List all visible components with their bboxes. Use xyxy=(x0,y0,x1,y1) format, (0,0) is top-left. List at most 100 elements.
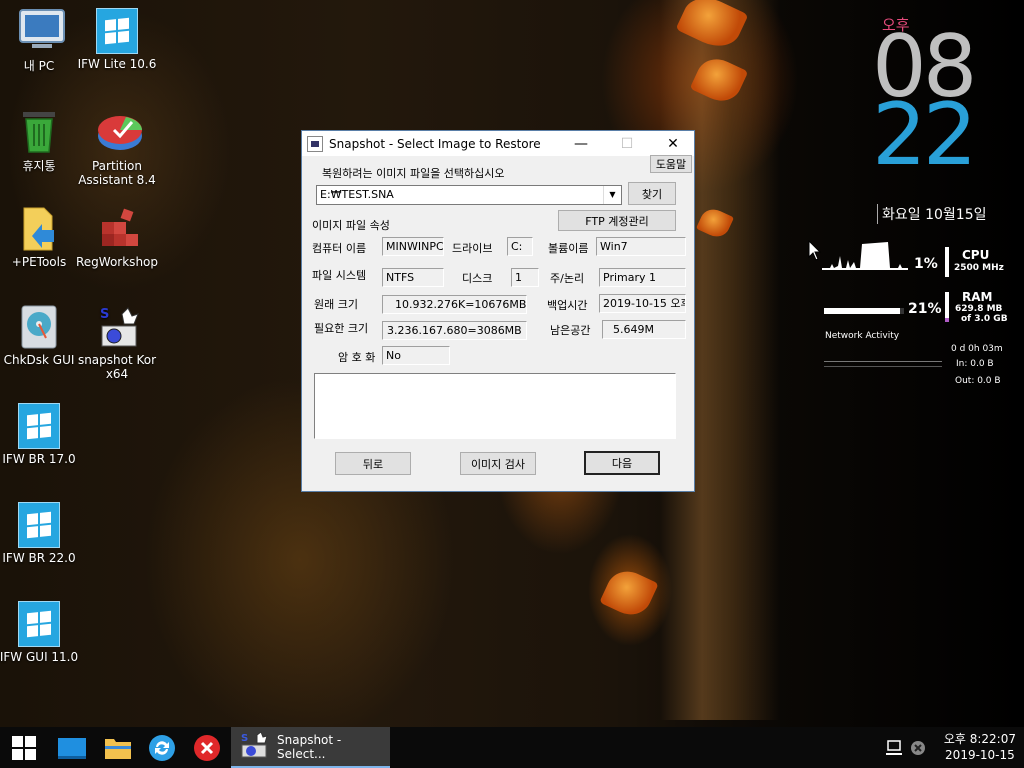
computer-name-label: 컴퓨터 이름 xyxy=(312,242,367,255)
desktop-icon-my-pc[interactable]: 내 PC xyxy=(0,8,80,74)
attributes-header: 이미지 파일 속성 xyxy=(312,219,390,232)
tray-status-icon[interactable] xyxy=(898,727,938,768)
encryption-label: 암 호 화 xyxy=(338,351,376,364)
disk-label: 디스크 xyxy=(462,272,493,285)
browse-button[interactable]: 찾기 xyxy=(628,182,676,205)
network-graph-line xyxy=(824,366,942,367)
ram-total: of 3.0 GB xyxy=(961,314,1008,324)
desktop-icon-ifw-br-17[interactable]: IFW BR 17.0 xyxy=(0,403,80,466)
svg-text:S: S xyxy=(241,733,248,744)
desktop-icon-ifw-lite[interactable]: IFW Lite 10.6 xyxy=(76,8,158,71)
volume-field: Win7 xyxy=(596,237,686,256)
registry-cubes-icon xyxy=(96,206,138,252)
desktop-icon-label: snapshot Kor x64 xyxy=(77,353,157,381)
desktop-icon-label: +PETools xyxy=(11,255,67,269)
desktop-icon-recycle-bin[interactable]: 휴지통 xyxy=(0,108,80,174)
help-button[interactable]: 도움말 xyxy=(650,155,692,173)
desktop-icon-label: 내 PC xyxy=(23,59,55,73)
ram-used: 629.8 MB xyxy=(955,304,1003,314)
close-button[interactable]: ✕ xyxy=(650,131,696,156)
ifw-icon xyxy=(18,403,60,449)
desktop-icon-regworkshop[interactable]: RegWorkshop xyxy=(76,206,158,269)
cpu-percent: 1% xyxy=(914,256,938,272)
desktop-icon-ifw-br-22[interactable]: IFW BR 22.0 xyxy=(0,502,80,565)
windows-logo-icon xyxy=(12,735,36,760)
next-button[interactable]: 다음 xyxy=(584,451,660,475)
free-space-label: 남은공간 xyxy=(550,324,591,337)
snapshot-app-icon xyxy=(307,135,323,152)
partition-field: Primary 1 xyxy=(599,268,686,287)
ram-percent: 21% xyxy=(908,301,942,317)
desktop-icon-chkdsk[interactable]: ChkDsk GUI xyxy=(0,304,80,367)
filesystem-field: NTFS xyxy=(382,268,444,287)
desktop-icon-label: Partition Assistant 8.4 xyxy=(78,159,156,187)
network-graph-line xyxy=(824,361,942,362)
volume-label: 볼륨이름 xyxy=(548,242,589,255)
desktop-icon-petools[interactable]: +PETools xyxy=(0,206,80,269)
desktop-icon-label: IFW BR 17.0 xyxy=(2,452,76,466)
svg-text:S: S xyxy=(100,307,109,322)
snapshot-camera-icon: S xyxy=(96,304,139,350)
tray-date: 2019-10-15 xyxy=(945,748,1015,762)
back-button[interactable]: 뒤로 xyxy=(335,452,411,475)
desktop-icon-snapshot[interactable]: S snapshot Kor x64 xyxy=(76,304,158,381)
desktop-icon-partition-assistant[interactable]: Partition Assistant 8.4 xyxy=(76,110,158,187)
dialog-titlebar[interactable]: Snapshot - Select Image to Restore — ☐ ✕ xyxy=(302,131,694,156)
maximize-button[interactable]: ☐ xyxy=(604,131,650,156)
ifw-icon xyxy=(18,601,60,647)
cpu-graph xyxy=(822,238,908,270)
taskbar-task-label: Snapshot - Select... xyxy=(277,732,342,761)
drive-label: 드라이브 xyxy=(452,242,493,255)
taskbar-snapshot-task[interactable]: S Snapshot - Select... xyxy=(231,727,390,768)
encryption-field: No xyxy=(382,346,450,365)
free-space-field: 5.649M xyxy=(602,320,686,339)
file-explorer-icon[interactable] xyxy=(96,727,140,768)
refresh-icon[interactable] xyxy=(140,727,184,768)
snapshot-camera-icon: S xyxy=(239,731,269,762)
image-check-button[interactable]: 이미지 검사 xyxy=(460,452,536,475)
original-size-field: 10.932.276K=10676MB xyxy=(382,295,527,314)
desktop-icon-ifw-gui-11[interactable]: IFW GUI 11.0 xyxy=(0,601,80,664)
ifw-icon xyxy=(18,502,60,548)
partition-icon xyxy=(96,110,142,156)
original-size-label: 원래 크기 xyxy=(314,298,358,311)
clock-minute: 22 xyxy=(872,85,977,185)
log-text-area[interactable] xyxy=(314,373,676,439)
drive-field: C: xyxy=(507,237,533,256)
desktop-icon-label: IFW GUI 11.0 xyxy=(0,650,79,664)
filesystem-label: 파일 시스템 xyxy=(312,269,367,282)
disk-check-icon xyxy=(18,304,60,350)
computer-name-field: MINWINPC xyxy=(382,237,444,256)
ftp-account-button[interactable]: FTP 계정관리 xyxy=(558,210,676,231)
image-path-combobox[interactable]: E:₩TEST.SNA ▼ xyxy=(316,185,622,205)
ram-divider xyxy=(945,292,949,322)
image-path-value: E:₩TEST.SNA xyxy=(320,188,394,201)
instruction-label: 복원하려는 이미지 파일을 선택하십시오 xyxy=(322,167,505,180)
network-label: Network Activity xyxy=(825,331,900,341)
required-size-label: 필요한 크기 xyxy=(314,322,369,335)
desktop-icon-label: IFW BR 22.0 xyxy=(2,551,76,565)
taskbar-desktop-icon[interactable] xyxy=(50,727,94,768)
minimize-button[interactable]: — xyxy=(558,131,604,156)
tray-time: 오후 8:22:07 xyxy=(943,732,1016,746)
chevron-down-icon[interactable]: ▼ xyxy=(603,186,621,204)
leaf-wallpaper xyxy=(599,564,659,622)
tray-clock[interactable]: 오후 8:22:07 2019-10-15 xyxy=(944,731,1016,763)
close-red-icon[interactable] xyxy=(185,727,229,768)
network-in: In: 0.0 B xyxy=(956,359,994,369)
disk-field: 1 xyxy=(511,268,539,287)
desktop-icon-label: ChkDsk GUI xyxy=(3,353,75,367)
snapshot-dialog: Snapshot - Select Image to Restore — ☐ ✕… xyxy=(301,130,695,492)
clock-date: 화요일 10월15일 xyxy=(877,204,986,224)
ram-label: RAM xyxy=(962,290,993,304)
cpu-divider xyxy=(945,247,949,277)
backup-time-label: 백업시간 xyxy=(547,299,588,312)
uptime: 0 d 0h 03m xyxy=(951,344,1003,354)
start-button[interactable] xyxy=(2,727,46,768)
network-out: Out: 0.0 B xyxy=(955,376,1001,386)
taskbar: S Snapshot - Select... 오후 8:22:07 2019-1… xyxy=(0,727,1024,768)
mouse-cursor-icon xyxy=(808,239,822,265)
desktop-icon-label: IFW Lite 10.6 xyxy=(77,57,157,71)
monitor-icon xyxy=(18,8,65,54)
dialog-title: Snapshot - Select Image to Restore xyxy=(329,136,541,151)
